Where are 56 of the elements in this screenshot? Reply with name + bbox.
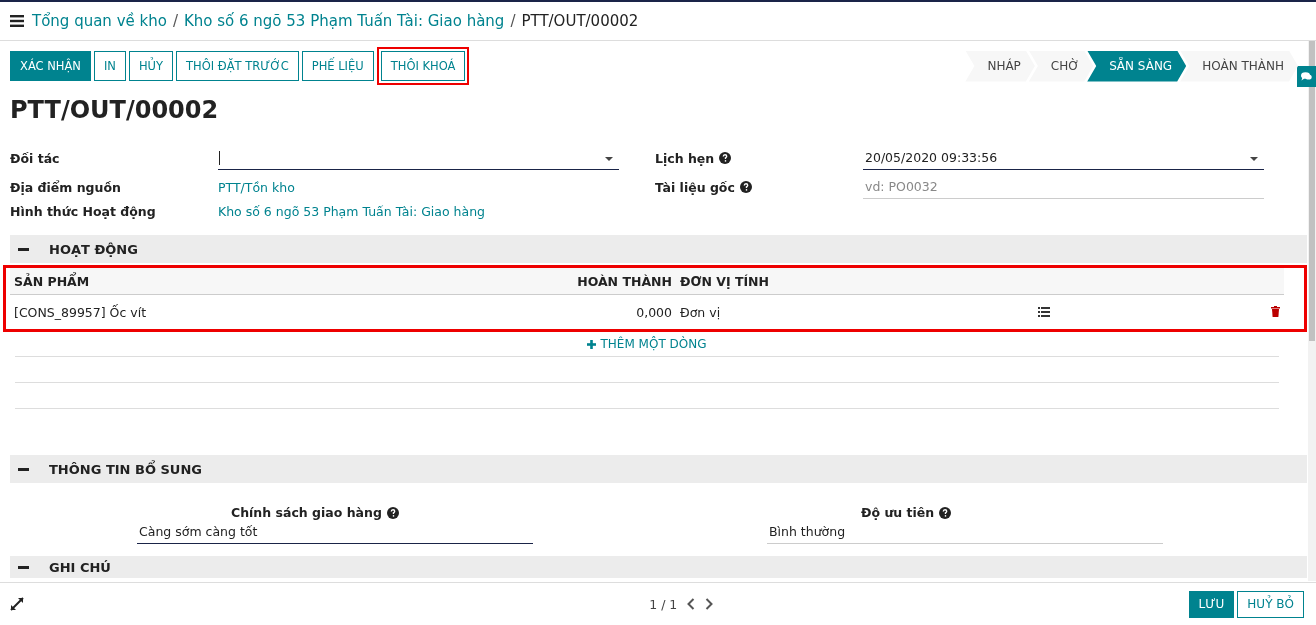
- trash-icon[interactable]: [1271, 305, 1280, 317]
- field-link[interactable]: Kho số 6 ngõ 53 Phạm Tuấn Tài: Giao hàng: [218, 203, 486, 219]
- status-stage[interactable]: SẴN SÀNG: [1087, 50, 1187, 82]
- action-button[interactable]: XÁC NHẬN: [10, 51, 91, 81]
- field-label: Đối tác: [10, 150, 61, 166]
- breadcrumb-separator: /: [510, 12, 516, 30]
- record-title: PTT/OUT/00002: [10, 95, 220, 125]
- table-cell: [CONS_89957] Ốc vít: [10, 294, 418, 329]
- action-button[interactable]: THÔI ĐẶT TRƯỚC: [176, 51, 299, 81]
- status-stage[interactable]: HOÀN THÀNH: [1180, 50, 1298, 82]
- field-label: Hình thức Hoạt động: [10, 203, 157, 219]
- footer-button[interactable]: LƯU: [1188, 590, 1235, 618]
- status-stage[interactable]: CHỜ: [1028, 50, 1094, 82]
- section-header[interactable]: THÔNG TIN BỔ SUNG: [10, 455, 1307, 483]
- help-icon[interactable]: [939, 506, 952, 519]
- breadcrumb-separator: /: [172, 12, 178, 30]
- help-icon[interactable]: [719, 152, 732, 164]
- select-field[interactable]: Càng sớm càng tốt: [137, 520, 533, 544]
- action-button[interactable]: PHẾ LIỆU: [301, 51, 374, 81]
- section-header[interactable]: GHI CHÚ: [10, 556, 1307, 578]
- field-label: Địa điểm nguồn: [10, 179, 122, 195]
- footer-button[interactable]: HUỶ BỎ: [1237, 590, 1304, 618]
- column-header[interactable]: SẢN PHẨM: [10, 268, 418, 295]
- breadcrumb-link[interactable]: Tổng quan về kho: [32, 12, 167, 30]
- table-cell: 0,000: [418, 294, 676, 329]
- field-label: Độ ưu tiên: [861, 505, 935, 520]
- date-select[interactable]: 20/05/2020 09:33:56: [863, 146, 1264, 170]
- chat-icon[interactable]: [1301, 72, 1312, 81]
- chat-button[interactable]: [1297, 66, 1316, 87]
- add-line-link[interactable]: THÊM MỘT DÒNG: [587, 337, 707, 351]
- field-label: Tài liệu gốc: [655, 179, 735, 195]
- field-label: Chính sách giao hàng: [231, 505, 382, 520]
- next-icon[interactable]: [705, 598, 714, 610]
- action-button[interactable]: THÔI KHOÁ: [380, 51, 466, 81]
- expand-icon[interactable]: [10, 597, 24, 611]
- breadcrumb-current: PTT/OUT/00002: [521, 12, 639, 30]
- action-button[interactable]: HỦY: [128, 51, 174, 81]
- caret-icon[interactable]: [605, 157, 613, 161]
- status-stage[interactable]: NHÁP: [965, 50, 1035, 82]
- select-field[interactable]: Bình thường: [767, 520, 1163, 544]
- field-label: Lịch hẹn: [655, 150, 715, 166]
- field-link[interactable]: PTT/Tồn kho: [218, 179, 295, 195]
- help-icon[interactable]: [386, 506, 399, 519]
- list-icon[interactable]: [1038, 306, 1050, 317]
- previous-icon[interactable]: [687, 598, 696, 610]
- pager-counter: 1 / 1: [649, 596, 678, 612]
- action-button[interactable]: IN: [93, 51, 126, 81]
- plus-icon[interactable]: [587, 339, 597, 349]
- section-header[interactable]: HOẠT ĐỘNG: [10, 235, 1307, 263]
- breadcrumb-link[interactable]: Kho số 6 ngõ 53 Phạm Tuấn Tài: Giao hàng: [183, 12, 505, 30]
- help-icon[interactable]: [739, 181, 752, 193]
- menu-icon[interactable]: [10, 15, 24, 27]
- table-cell: Đơn vị: [676, 294, 1034, 329]
- column-header[interactable]: ĐƠN VỊ TÍNH: [676, 268, 1034, 295]
- column-header[interactable]: HOÀN THÀNH: [418, 268, 676, 295]
- caret-icon[interactable]: [1250, 157, 1258, 161]
